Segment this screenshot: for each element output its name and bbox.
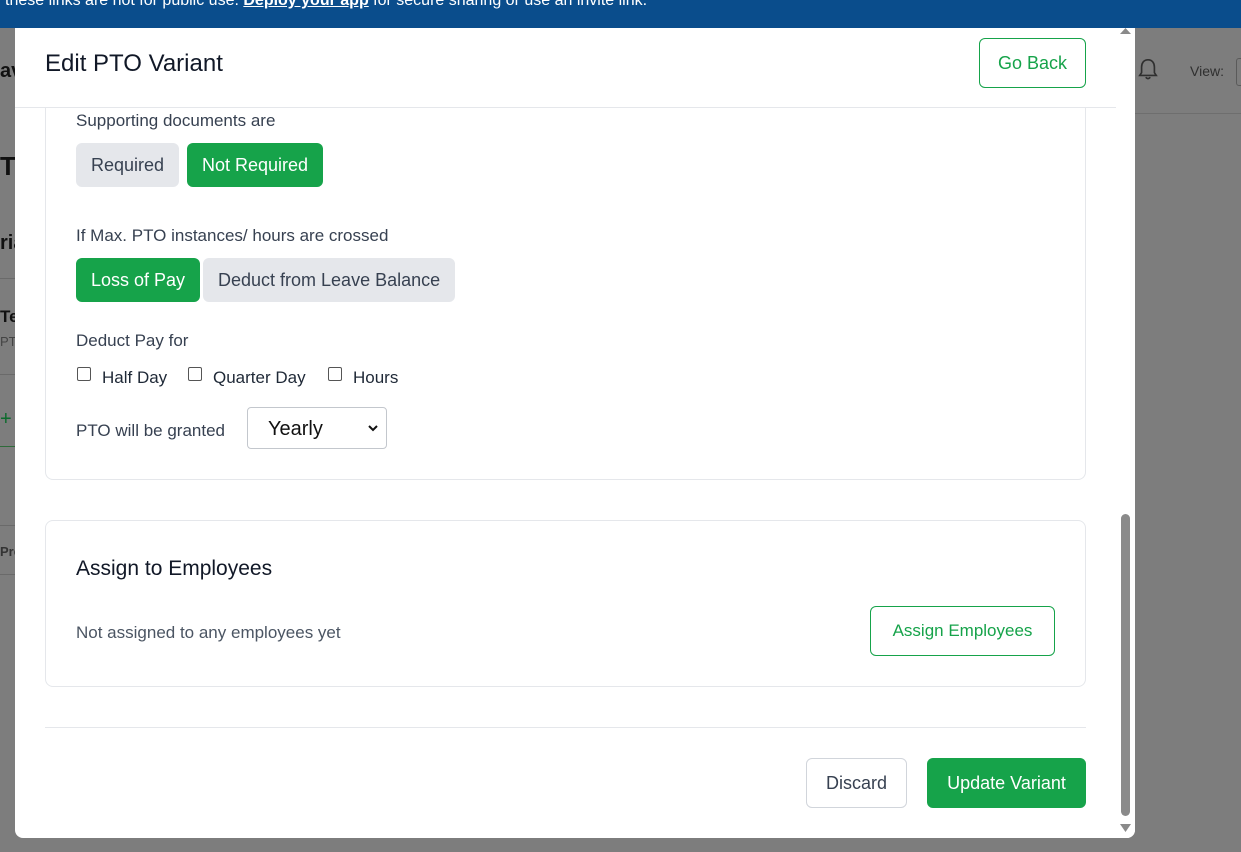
background-fragment: Pre <box>0 544 15 559</box>
go-back-button[interactable]: Go Back <box>979 38 1086 88</box>
background-fragment: TC <box>0 151 15 181</box>
modal-header: Edit PTO Variant Go Back <box>15 28 1116 108</box>
background-divider <box>0 525 15 526</box>
background-fragment: av <box>0 60 15 82</box>
modal-scrollbar[interactable] <box>1116 28 1135 838</box>
background-divider <box>0 374 15 375</box>
loss-of-pay-option-button[interactable]: Loss of Pay <box>76 258 201 302</box>
banner-text-after: for secure sharing or use an invite link… <box>368 0 648 9</box>
deploy-link[interactable]: Deploy your app <box>243 0 368 9</box>
grant-frequency-value: Yearly <box>268 418 323 440</box>
quarter-day-label: Quarter Day <box>213 368 306 387</box>
max-crossed-label: If Max. PTO instances/ hours are crossed <box>76 226 389 245</box>
assign-employees-button[interactable]: Assign Employees <box>870 606 1055 656</box>
assign-title: Assign to Employees <box>76 557 273 580</box>
scroll-thumb[interactable] <box>1121 514 1130 816</box>
hours-label: Hours <box>353 368 399 387</box>
view-label: View: <box>1190 63 1224 79</box>
bell-icon[interactable] <box>1137 56 1159 82</box>
banner-text-before: these links are not for public use. <box>5 0 244 9</box>
supporting-docs-label: Supporting documents are <box>76 111 276 130</box>
required-option-button[interactable]: Required <box>76 143 180 187</box>
not-required-option-button[interactable]: Not Required <box>187 143 324 187</box>
scroll-down-arrow-icon[interactable] <box>1120 824 1131 832</box>
grant-frequency-select[interactable]: Yearly <box>247 407 387 449</box>
granted-label: PTO will be granted <box>76 421 225 440</box>
deduct-leave-balance-option-button[interactable]: Deduct from Leave Balance <box>203 258 456 302</box>
edit-pto-variant-modal: Edit PTO Variant Go Back Supporting docu… <box>15 28 1135 838</box>
background-fragment: ria <box>0 232 15 254</box>
modal-title: Edit PTO Variant <box>45 50 223 77</box>
quarter-day-checkbox[interactable] <box>188 367 202 381</box>
discard-button[interactable]: Discard <box>806 758 907 808</box>
chevron-down-icon <box>368 425 378 432</box>
background-fragment: + <box>0 408 12 430</box>
pto-settings-card: Supporting documents are Required Not Re… <box>45 68 1086 480</box>
banner-message: these links are not for public use. Depl… <box>5 0 647 10</box>
top-banner: these links are not for public use. Depl… <box>0 0 1241 28</box>
update-variant-button[interactable]: Update Variant <box>927 758 1086 808</box>
background-fragment: Te <box>0 307 15 326</box>
assign-employees-card: Assign to Employees Not assigned to any … <box>45 520 1086 687</box>
half-day-label: Half Day <box>102 368 168 387</box>
view-select[interactable] <box>1236 58 1241 86</box>
background-divider <box>0 446 15 447</box>
background-fragment: PT <box>0 334 15 349</box>
hours-checkbox[interactable] <box>328 367 342 381</box>
deduct-pay-label: Deduct Pay for <box>76 331 189 350</box>
assign-note: Not assigned to any employees yet <box>76 623 341 642</box>
background-divider <box>0 278 15 279</box>
half-day-checkbox[interactable] <box>77 367 91 381</box>
scroll-up-arrow-icon[interactable] <box>1120 28 1131 34</box>
background-divider <box>0 574 15 575</box>
footer-divider <box>45 727 1086 728</box>
